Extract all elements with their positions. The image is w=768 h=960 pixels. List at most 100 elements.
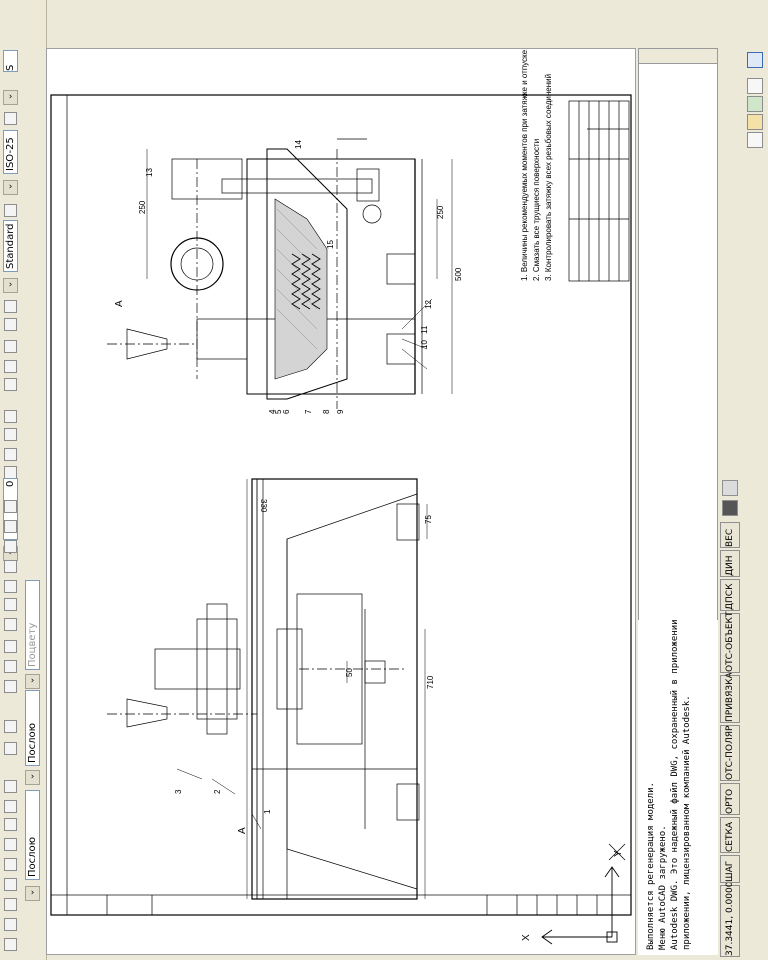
match-icon[interactable] [4,448,17,461]
linetype-value: Послою [27,722,38,763]
zoom-realtime-icon[interactable] [4,520,17,533]
bottom-stamp-row [50,894,632,916]
label-view-a2: А [237,827,248,834]
linetype-dropdown-arrow[interactable]: › [25,770,40,785]
extra-dropdown-arrow[interactable]: › [3,90,18,105]
properties-icon[interactable] [4,580,17,593]
markup-icon[interactable] [4,660,17,673]
scroll-up-icon[interactable] [747,78,763,94]
sheet-set-icon[interactable] [4,640,17,653]
status-bar: 37.3441, 0.0000 ШАГ СЕТКА ОРТО ОТС-ПОЛЯР… [718,330,742,960]
label-3: 3 [174,789,183,794]
label-7: 7 [304,409,313,414]
dim-710: 710 [426,675,435,689]
ucs-x-label: X [521,934,532,941]
label-9: 9 [336,409,345,414]
textstyle-combo[interactable]: Standard [3,220,18,272]
label-1: 1 [263,809,272,814]
tool-palettes-icon[interactable] [4,618,17,631]
command-history-line: приложении, лицензированном компанией Au… [682,695,692,950]
label-13: 13 [145,168,154,177]
lineweight-combo[interactable]: Послою [25,790,40,880]
design-center-icon[interactable] [4,598,17,611]
note-3: 3. Контролировать затяжку всех резьбовых… [544,74,553,281]
ucs-y-label: Y [613,850,624,857]
coords-box: 37.3441, 0.0000 [720,882,740,957]
status-btn-grid[interactable]: СЕТКА [720,817,740,853]
textstyle-value: Standard [5,223,16,270]
dimstyle-icon[interactable] [4,112,17,125]
command-line[interactable]: Выполняется регенерация модели. Меню Aut… [638,620,718,955]
brush-icon[interactable] [4,800,17,813]
label-14: 14 [294,140,303,149]
status-btn-osnap[interactable]: ПРИВЯЗКА [720,672,740,723]
status-btn-otrack[interactable]: ОТС-ОБЪЕКТ [720,612,740,673]
maximize-icon[interactable] [747,52,763,68]
layer-tools-icon[interactable] [747,96,763,112]
dimstyle-value: ISO-25 [5,137,16,171]
textstyle-icon[interactable] [4,204,17,217]
status-btn-ortho[interactable]: ОРТО [720,783,740,815]
status-btn-lwt[interactable]: ВЕС [720,522,740,548]
command-history-line: Выполняется регенерация модели. [646,782,656,950]
status-btn-polar[interactable]: ОТС-ПОЛЯР [720,725,740,781]
label-6: 6 [282,409,291,414]
status-btn-ducs[interactable]: ДПСК [720,579,740,611]
copy-clip-icon[interactable] [4,858,17,871]
dim-75: 75 [424,515,433,524]
plot-icon[interactable] [4,878,17,891]
redo-icon[interactable] [4,742,17,755]
label-11: 11 [420,325,429,334]
dim-50: 50 [345,668,354,677]
textstyle-dropdown-arrow[interactable]: › [3,278,18,293]
layer-prev-icon[interactable] [4,340,17,353]
layer-uniso-icon[interactable] [4,378,17,391]
model-icon[interactable] [722,500,738,516]
lineweight-dropdown-arrow[interactable]: › [25,886,40,901]
title-block-lines [569,101,629,281]
extra-value: S [5,64,16,71]
color-dropdown-arrow[interactable]: › [25,674,40,689]
status-btn-dyn[interactable]: ДИН [720,550,740,577]
quickcalc-icon[interactable] [4,680,17,693]
undo-icon[interactable] [4,720,17,733]
extra-combo[interactable]: S [3,50,18,72]
drawing-svg: 1. Величины рекомендуемых моментов при з… [50,49,632,945]
status-btn-snap[interactable]: ШАГ [720,855,740,883]
pan-icon[interactable] [4,500,17,513]
layout-icon[interactable] [722,480,738,496]
copy-icon[interactable] [4,410,17,423]
open-icon[interactable] [4,918,17,931]
match-properties-icon[interactable] [4,780,17,793]
label-8: 8 [322,409,331,414]
zoom-previous-icon[interactable] [4,560,17,573]
ucs-icon [541,866,620,945]
layer-iso-icon[interactable] [4,360,17,373]
stamp-cells [106,895,613,915]
section-view [107,138,423,409]
layer-value: 0 [5,480,16,487]
scroll-down-icon[interactable] [747,132,763,148]
linetype-combo[interactable]: Послою [25,690,40,766]
front-view [107,478,420,900]
cut-icon[interactable] [4,838,17,851]
paste-icon[interactable] [4,428,17,441]
label-15: 15 [326,240,335,249]
drawing-canvas[interactable]: 1. Величины рекомендуемых моментов при з… [46,48,636,955]
dimstyle-combo[interactable]: ISO-25 [3,130,18,174]
palette-header [639,49,717,64]
layer-states-icon[interactable] [4,318,17,331]
properties-toolbar: S › ISO-25 › Standard › 0 › Поцвету › По… [0,0,47,960]
dim-250b: 250 [436,205,445,219]
dim-250a: 250 [138,200,147,214]
new-icon[interactable] [4,938,17,951]
label-2: 2 [213,789,222,794]
save-icon[interactable] [4,898,17,911]
layer-manager-icon[interactable] [4,300,17,313]
zoom-window-icon[interactable] [4,540,17,553]
color-combo[interactable]: Поцвету [25,580,40,670]
label-12: 12 [424,300,433,309]
dimstyle-dropdown-arrow[interactable]: › [3,180,18,195]
paste-special-icon[interactable] [4,818,17,831]
communication-icon[interactable] [747,114,763,130]
